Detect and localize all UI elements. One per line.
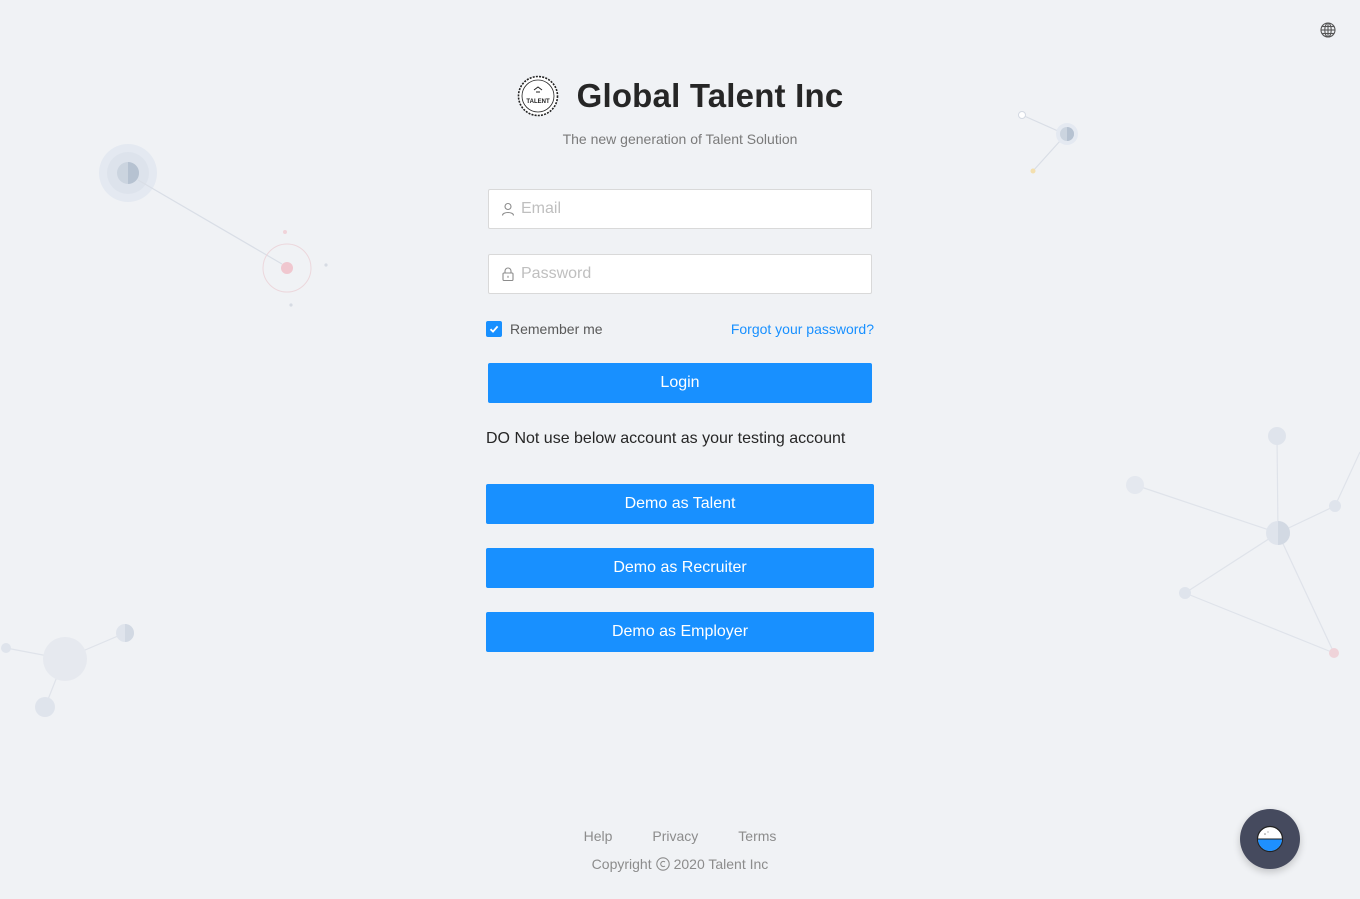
- login-button[interactable]: Login: [488, 363, 872, 403]
- lock-icon: [501, 267, 515, 281]
- globe-icon: [1320, 22, 1336, 38]
- brand-header: TALENT Global Talent Inc: [0, 72, 1360, 120]
- footer-links: Help Privacy Terms: [0, 828, 1360, 844]
- remember-me-checkbox[interactable]: Remember me: [486, 321, 603, 337]
- footer-privacy-link[interactable]: Privacy: [652, 828, 698, 844]
- copyright-icon: [655, 857, 670, 871]
- demo-employer-button[interactable]: Demo as Employer: [486, 612, 874, 652]
- svg-text:TALENT: TALENT: [526, 99, 550, 105]
- copyright-prefix: Copyright: [591, 856, 652, 872]
- email-field[interactable]: [488, 189, 872, 229]
- copyright: Copyright 2020 Talent Inc: [0, 856, 1360, 872]
- password-input[interactable]: [521, 255, 871, 293]
- page-subtitle: The new generation of Talent Solution: [562, 131, 798, 147]
- forgot-password-link[interactable]: Forgot your password?: [731, 321, 874, 337]
- footer-help-link[interactable]: Help: [584, 828, 613, 844]
- chat-widget-button[interactable]: [1240, 809, 1300, 869]
- demo-talent-button[interactable]: Demo as Talent: [486, 484, 874, 524]
- remember-me-label: Remember me: [510, 321, 603, 337]
- talent-seal-logo: TALENT: [517, 75, 559, 117]
- remember-row: Remember me Forgot your password?: [486, 320, 874, 338]
- password-field[interactable]: [488, 254, 872, 294]
- demo-recruiter-button[interactable]: Demo as Recruiter: [486, 548, 874, 588]
- language-switcher[interactable]: [1318, 20, 1338, 40]
- page-title: Global Talent Inc: [576, 77, 844, 114]
- checkmark-icon[interactable]: [486, 321, 502, 337]
- user-icon: [501, 202, 515, 216]
- footer-terms-link[interactable]: Terms: [738, 828, 776, 844]
- chat-widget-icon: [1256, 825, 1284, 853]
- copyright-text: 2020 Talent Inc: [673, 856, 769, 872]
- demo-warning-text: DO Not use below account as your testing…: [486, 430, 846, 447]
- email-input[interactable]: [521, 190, 871, 228]
